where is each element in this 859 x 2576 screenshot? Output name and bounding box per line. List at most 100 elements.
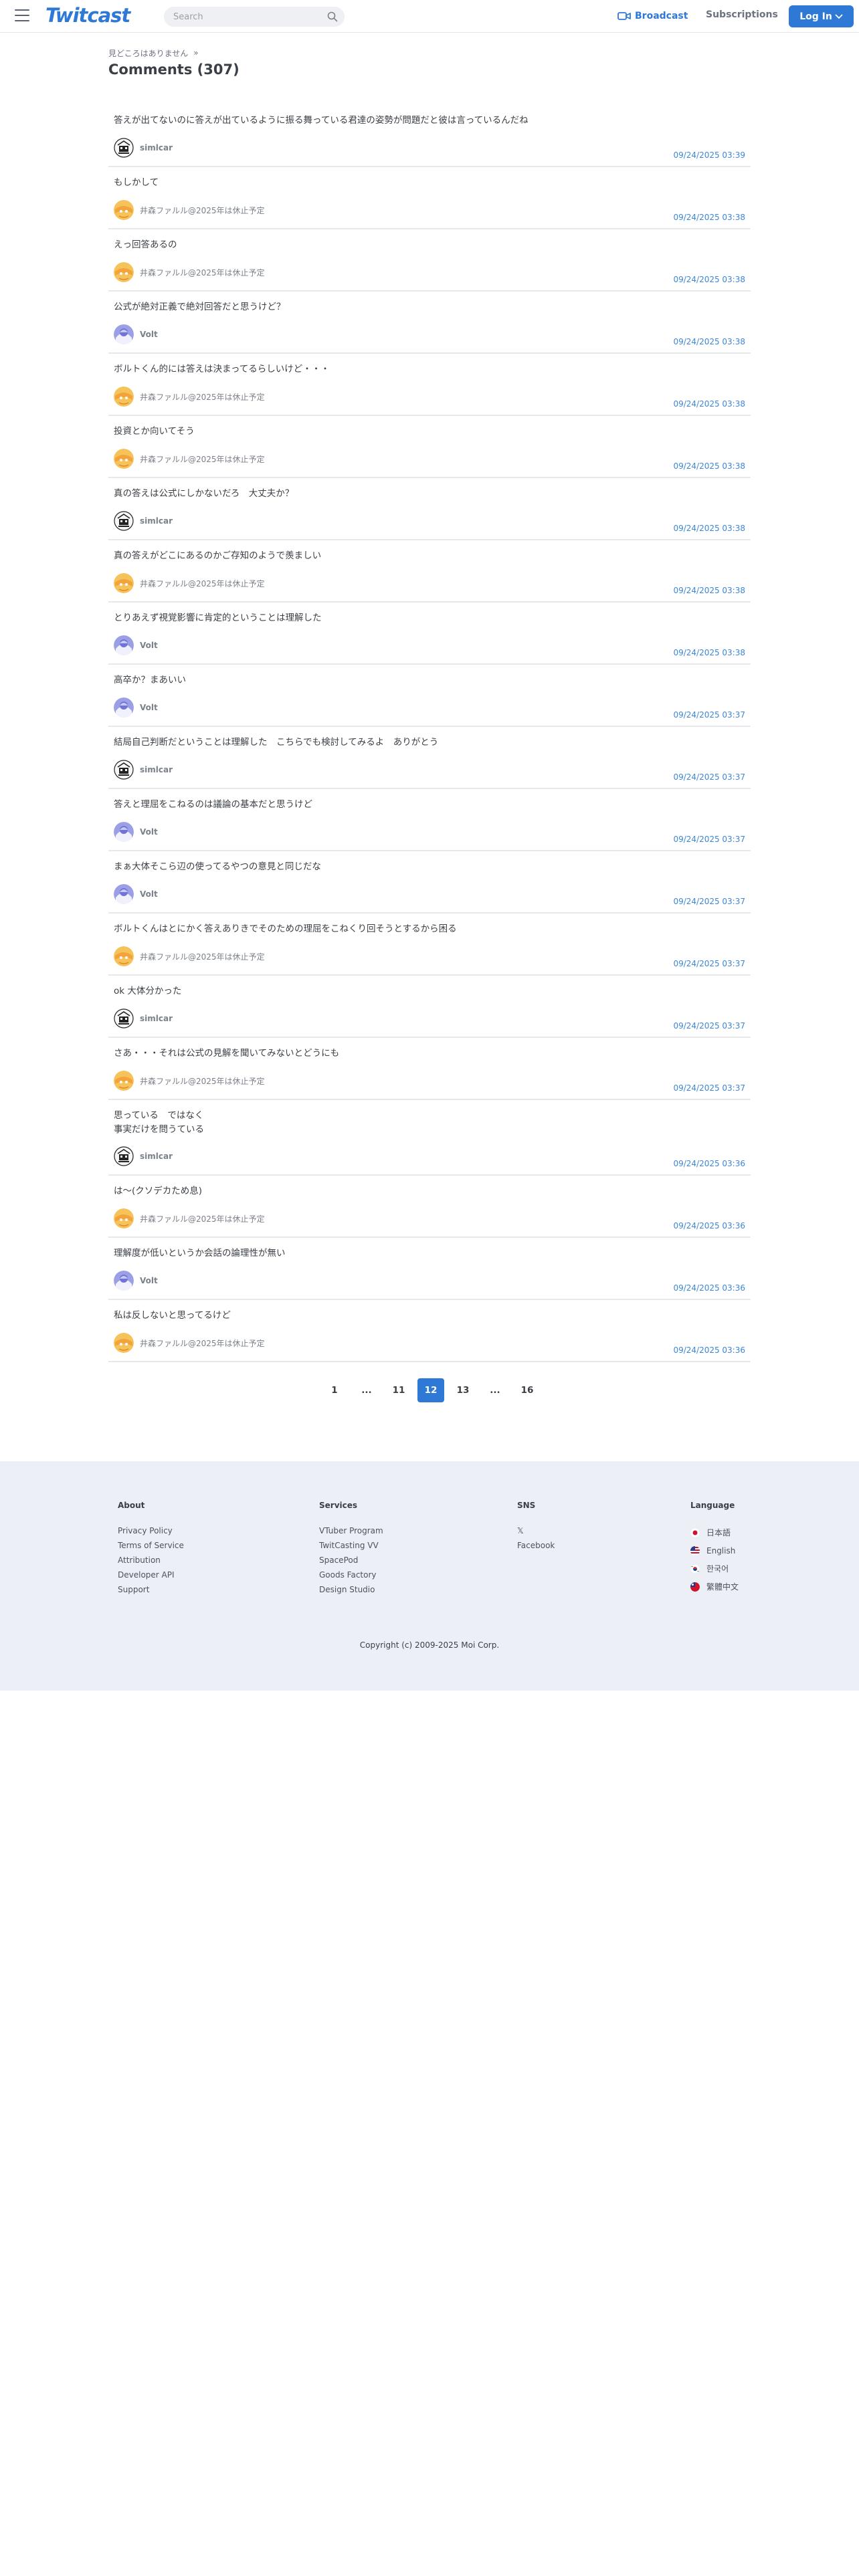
comment-timestamp[interactable]: 09/24/2025 03:38	[673, 586, 745, 595]
footer-services-link[interactable]: TwitCasting VV	[319, 1538, 383, 1553]
comment-user[interactable]: simlcar	[114, 1146, 173, 1166]
comment-timestamp[interactable]: 09/24/2025 03:38	[673, 648, 745, 657]
language-option[interactable]: 日本語	[690, 1523, 739, 1541]
comment-timestamp[interactable]: 09/24/2025 03:36	[673, 1283, 745, 1293]
pagination-page[interactable]: 11	[385, 1378, 412, 1402]
comment-username[interactable]: 井森ファルル@2025年は休止予定	[140, 391, 265, 403]
subscriptions-link[interactable]: Subscriptions	[706, 9, 778, 20]
comment-timestamp[interactable]: 09/24/2025 03:38	[673, 399, 745, 409]
avatar[interactable]	[114, 262, 134, 282]
comment-user[interactable]: 井森ファルル@2025年は休止予定	[114, 449, 265, 469]
comment-username[interactable]: simlcar	[140, 516, 173, 526]
twitcast-logo[interactable]: Twitcast	[45, 4, 130, 27]
search-box[interactable]	[164, 7, 345, 27]
footer-about-link[interactable]: Support	[118, 1582, 184, 1597]
comment-username[interactable]: 井森ファルル@2025年は休止予定	[140, 1337, 265, 1349]
language-option[interactable]: English	[690, 1541, 739, 1560]
comment-username[interactable]: 井森ファルル@2025年は休止予定	[140, 578, 265, 589]
pagination-page[interactable]: 16	[514, 1378, 541, 1402]
avatar[interactable]	[114, 1071, 134, 1091]
comment-username[interactable]: Volt	[140, 1276, 158, 1285]
avatar[interactable]	[114, 200, 134, 220]
comment-timestamp[interactable]: 09/24/2025 03:36	[673, 1159, 745, 1168]
comment-user[interactable]: Volt	[114, 324, 158, 344]
comment-username[interactable]: 井森ファルル@2025年は休止予定	[140, 1075, 265, 1087]
comment-username[interactable]: 井森ファルル@2025年は休止予定	[140, 1213, 265, 1224]
comment-user[interactable]: simlcar	[114, 760, 173, 780]
comment-username[interactable]: Volt	[140, 641, 158, 650]
avatar[interactable]	[114, 387, 134, 407]
language-option[interactable]: 繁體中文	[690, 1578, 739, 1596]
avatar[interactable]	[114, 884, 134, 904]
comment-user[interactable]: 井森ファルル@2025年は休止予定	[114, 1071, 265, 1091]
comment-username[interactable]: simlcar	[140, 1014, 173, 1023]
comment-username[interactable]: Volt	[140, 330, 158, 339]
footer-about-link[interactable]: Attribution	[118, 1553, 184, 1568]
avatar[interactable]	[114, 573, 134, 593]
avatar[interactable]	[114, 1208, 134, 1228]
comment-timestamp[interactable]: 09/24/2025 03:38	[673, 275, 745, 284]
language-option[interactable]: 한국어	[690, 1560, 739, 1578]
avatar[interactable]	[114, 1146, 134, 1166]
comment-user[interactable]: Volt	[114, 884, 158, 904]
comment-username[interactable]: 井森ファルル@2025年は休止予定	[140, 951, 265, 962]
comment-username[interactable]: 井森ファルル@2025年は休止予定	[140, 267, 265, 278]
avatar[interactable]	[114, 635, 134, 655]
comment-user[interactable]: simlcar	[114, 1008, 173, 1029]
comment-user[interactable]: simlcar	[114, 138, 173, 158]
search-icon[interactable]	[327, 11, 338, 22]
footer-services-link[interactable]: Goods Factory	[319, 1568, 383, 1582]
comment-user[interactable]: 井森ファルル@2025年は休止予定	[114, 946, 265, 966]
avatar[interactable]	[114, 1271, 134, 1291]
avatar[interactable]	[114, 1008, 134, 1029]
comment-user[interactable]: 井森ファルル@2025年は休止予定	[114, 262, 265, 282]
footer-sns-link[interactable]: Facebook	[517, 1538, 555, 1553]
comment-user[interactable]: simlcar	[114, 511, 173, 531]
comment-timestamp[interactable]: 09/24/2025 03:37	[673, 1021, 745, 1031]
comment-timestamp[interactable]: 09/24/2025 03:37	[673, 897, 745, 906]
avatar[interactable]	[114, 324, 134, 344]
avatar[interactable]	[114, 1333, 134, 1353]
comment-timestamp[interactable]: 09/24/2025 03:36	[673, 1346, 745, 1355]
breadcrumb-parent-link[interactable]: 見どころはありません	[108, 47, 188, 59]
comment-user[interactable]: Volt	[114, 1271, 158, 1291]
comment-timestamp[interactable]: 09/24/2025 03:38	[673, 524, 745, 533]
comment-username[interactable]: 井森ファルル@2025年は休止予定	[140, 205, 265, 216]
comment-timestamp[interactable]: 09/24/2025 03:38	[673, 213, 745, 222]
avatar[interactable]	[114, 449, 134, 469]
comment-user[interactable]: 井森ファルル@2025年は休止予定	[114, 1333, 265, 1353]
login-button[interactable]: Log In	[789, 5, 854, 27]
comment-username[interactable]: Volt	[140, 827, 158, 837]
comment-user[interactable]: 井森ファルル@2025年は休止予定	[114, 200, 265, 220]
comment-user[interactable]: 井森ファルル@2025年は休止予定	[114, 1208, 265, 1228]
comment-user[interactable]: 井森ファルル@2025年は休止予定	[114, 573, 265, 593]
avatar[interactable]	[114, 138, 134, 158]
comment-timestamp[interactable]: 09/24/2025 03:37	[673, 772, 745, 782]
hamburger-menu-icon[interactable]	[15, 9, 29, 23]
pagination-page[interactable]: 13	[450, 1378, 476, 1402]
comment-username[interactable]: Volt	[140, 703, 158, 712]
footer-services-link[interactable]: VTuber Program	[319, 1523, 383, 1538]
comment-user[interactable]: 井森ファルル@2025年は休止予定	[114, 387, 265, 407]
pagination-page[interactable]: 1	[321, 1378, 348, 1402]
comment-timestamp[interactable]: 09/24/2025 03:39	[673, 150, 745, 160]
comment-timestamp[interactable]: 09/24/2025 03:37	[673, 1083, 745, 1093]
pagination-page[interactable]: 12	[417, 1378, 444, 1402]
broadcast-button[interactable]: Broadcast	[617, 9, 688, 23]
avatar[interactable]	[114, 760, 134, 780]
footer-sns-link[interactable]: 𝕏	[517, 1523, 555, 1538]
avatar[interactable]	[114, 697, 134, 718]
footer-services-link[interactable]: Design Studio	[319, 1582, 383, 1597]
comment-user[interactable]: Volt	[114, 635, 158, 655]
comment-timestamp[interactable]: 09/24/2025 03:38	[673, 337, 745, 346]
comment-username[interactable]: Volt	[140, 889, 158, 899]
comment-timestamp[interactable]: 09/24/2025 03:38	[673, 461, 745, 471]
avatar[interactable]	[114, 946, 134, 966]
footer-about-link[interactable]: Developer API	[118, 1568, 184, 1582]
footer-about-link[interactable]: Terms of Service	[118, 1538, 184, 1553]
comment-user[interactable]: Volt	[114, 822, 158, 842]
footer-services-link[interactable]: SpacePod	[319, 1553, 383, 1568]
comment-timestamp[interactable]: 09/24/2025 03:36	[673, 1221, 745, 1230]
footer-about-link[interactable]: Privacy Policy	[118, 1523, 184, 1538]
comment-username[interactable]: simlcar	[140, 143, 173, 152]
